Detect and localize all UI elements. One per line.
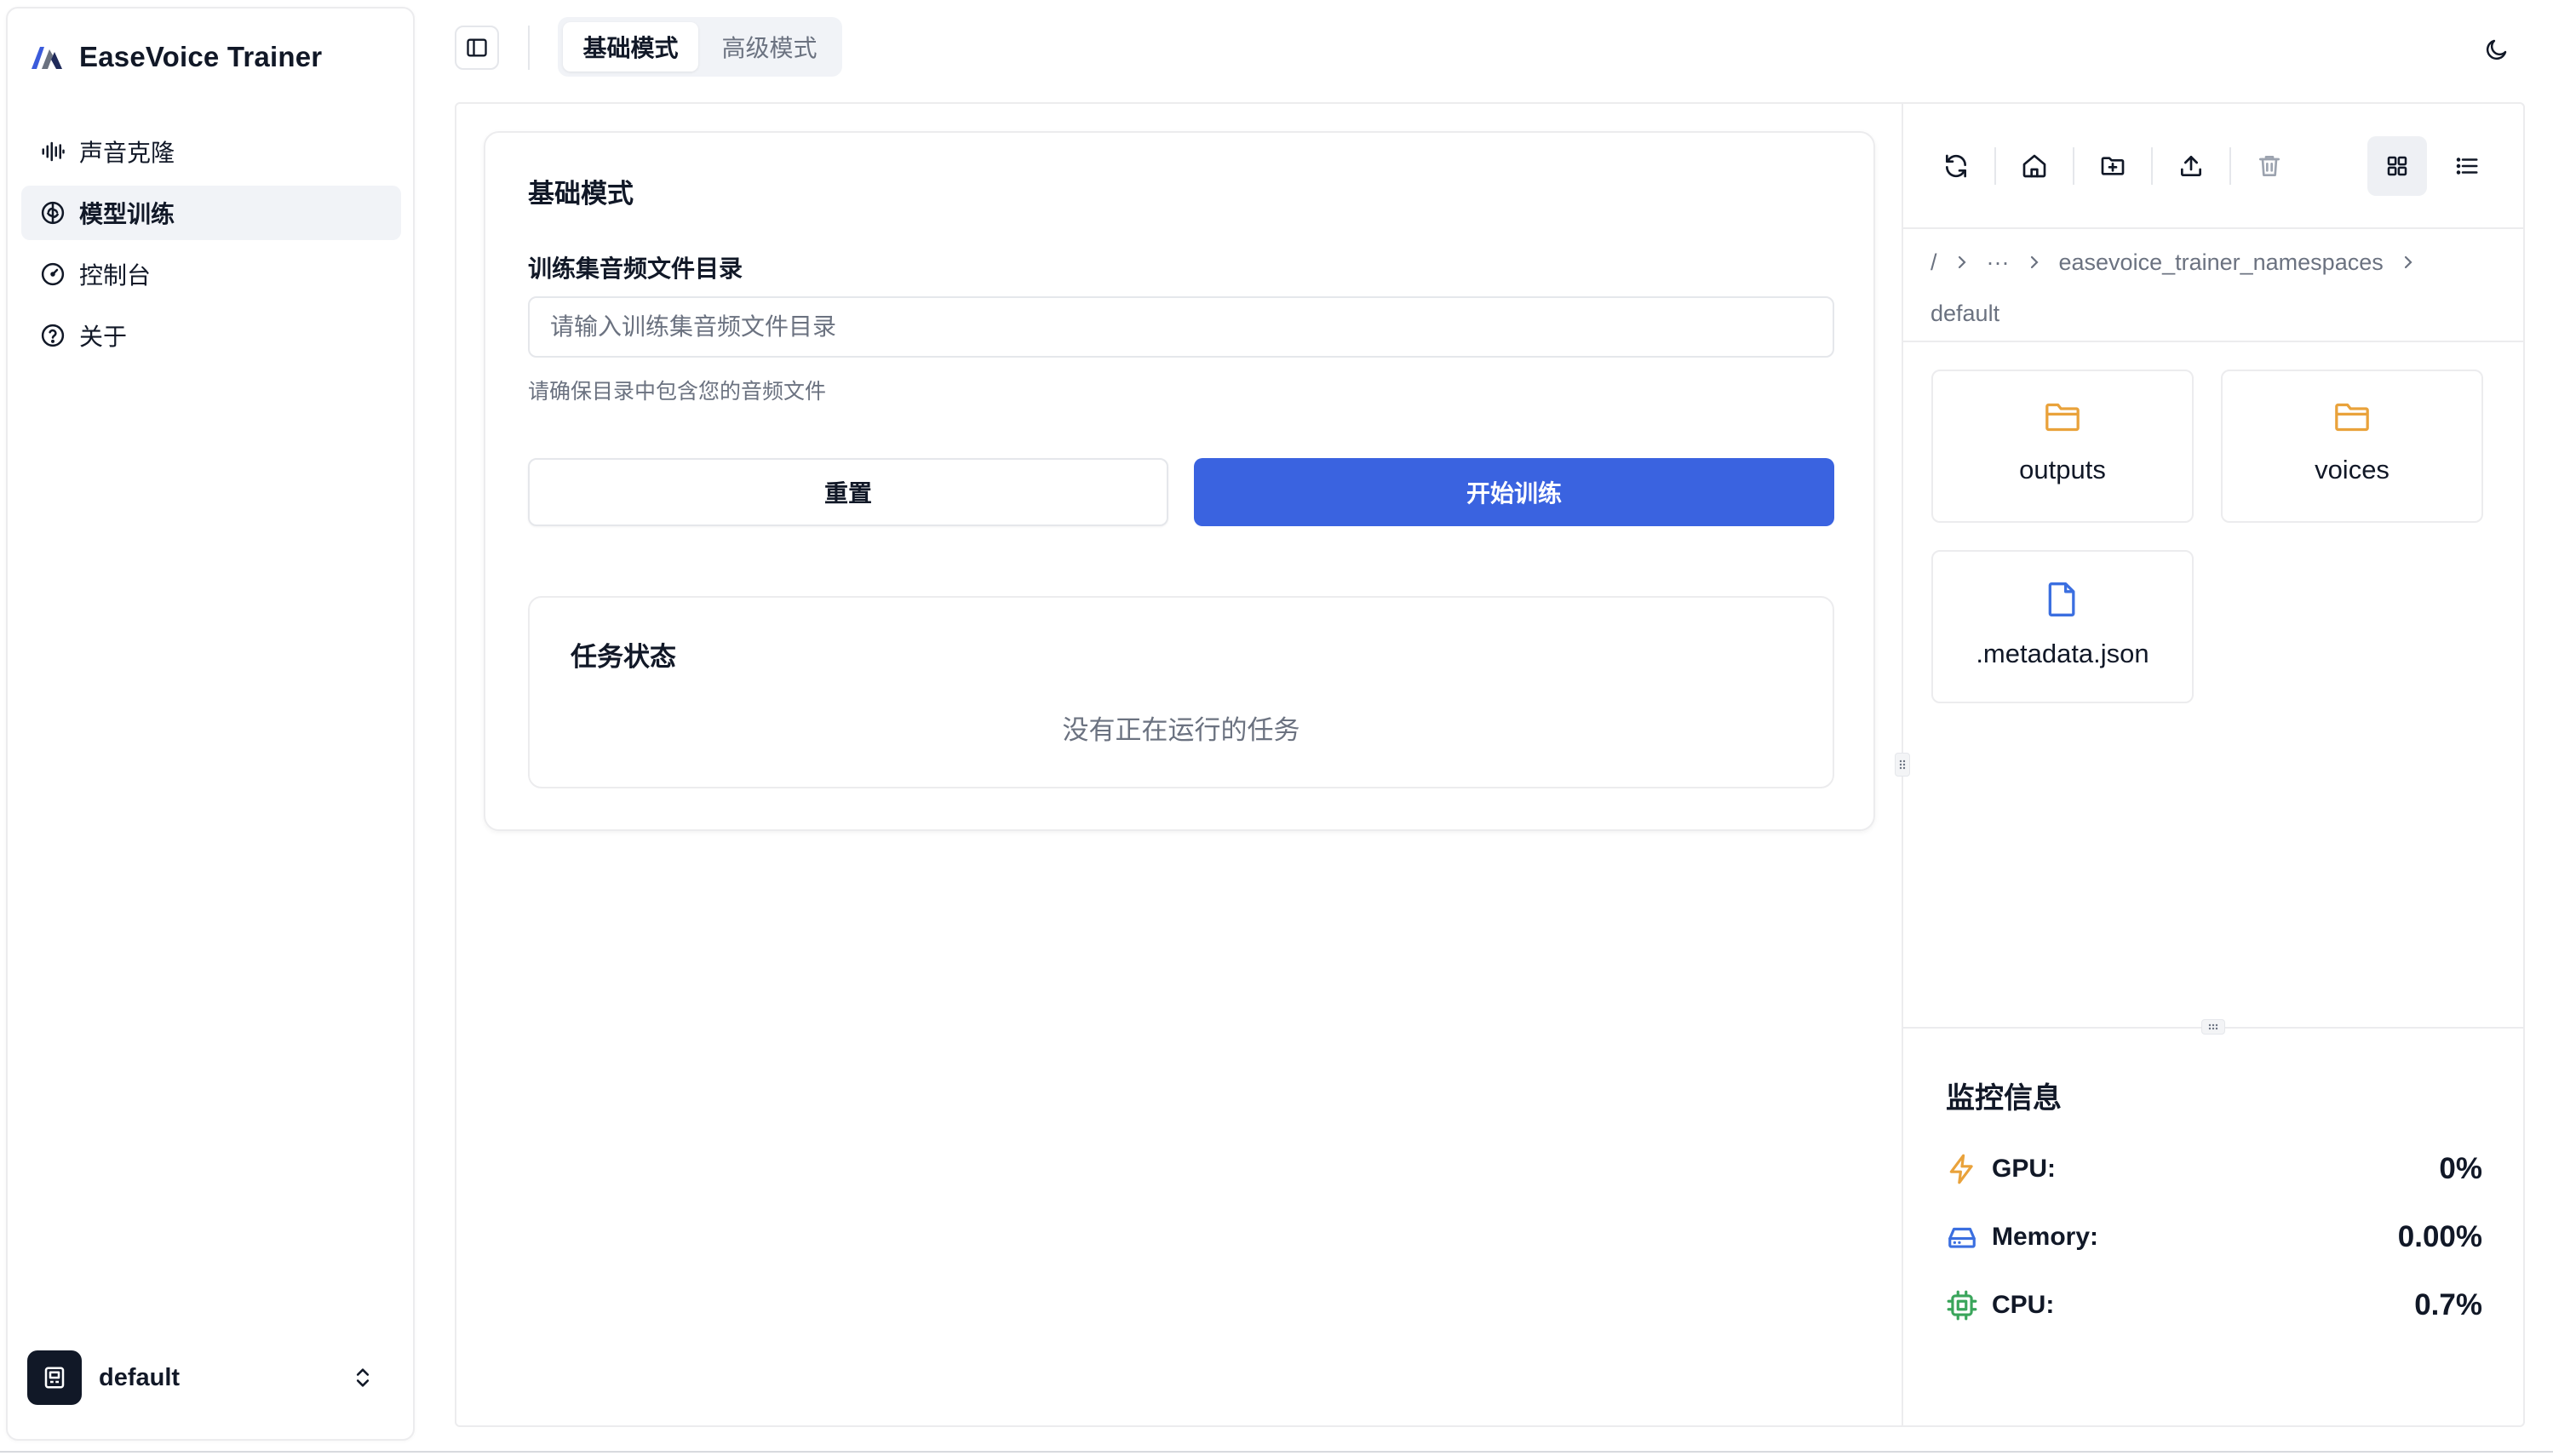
breadcrumb: / ··· easevoice_trainer_namespaces defau… bbox=[1931, 244, 2493, 332]
dir-help-text: 请确保目录中包含您的音频文件 bbox=[528, 380, 827, 404]
breadcrumb-divider bbox=[1903, 341, 2523, 342]
sidebar-item-label: 关于 bbox=[79, 324, 128, 350]
window-bottom-edge bbox=[0, 1451, 2553, 1453]
sidebar-nav: 声音克隆 模型训练 控制台 关于 bbox=[21, 124, 401, 370]
breadcrumb-ellipsis[interactable]: ··· bbox=[1987, 244, 2010, 281]
file-item[interactable]: .metadata.json bbox=[1931, 550, 2194, 703]
sidebar: EaseVoice Trainer 声音克隆 模型训练 控制台 关于 bbox=[6, 7, 415, 1441]
folder-icon bbox=[2335, 403, 2369, 432]
task-status-empty: 没有正在运行的任务 bbox=[1062, 715, 1300, 745]
upload-button[interactable] bbox=[2161, 136, 2221, 196]
metric-value: 0.00% bbox=[2397, 1220, 2482, 1253]
grid-icon bbox=[2387, 156, 2407, 176]
sidebar-item-about[interactable]: 关于 bbox=[21, 308, 401, 363]
metric-label: GPU: bbox=[1992, 1155, 2056, 1183]
chevron-right-icon bbox=[2402, 255, 2414, 270]
file-name: voices bbox=[2315, 455, 2389, 484]
task-status-title: 任务状态 bbox=[571, 642, 676, 672]
reset-button[interactable]: 重置 bbox=[528, 458, 1168, 526]
refresh-button[interactable] bbox=[1926, 136, 1986, 196]
chevron-right-icon bbox=[1956, 255, 1968, 270]
dir-field-label: 训练集音频文件目录 bbox=[528, 255, 743, 282]
upload-icon bbox=[2181, 156, 2201, 176]
home-button[interactable] bbox=[2005, 136, 2064, 196]
audio-waveform-icon bbox=[42, 141, 65, 162]
app-logo-icon bbox=[32, 47, 62, 69]
sidebar-item-voice-clone[interactable]: 声音克隆 bbox=[21, 124, 401, 179]
breadcrumb-row: / ··· easevoice_trainer_namespaces bbox=[1931, 244, 2493, 281]
chevron-right-icon bbox=[2028, 255, 2040, 270]
breadcrumb-current[interactable]: default bbox=[1931, 295, 1999, 332]
zap-icon bbox=[1949, 1154, 1973, 1184]
task-status-card: 任务状态 没有正在运行的任务 bbox=[528, 596, 1834, 788]
breadcrumb-row: default bbox=[1931, 295, 2493, 332]
app-title: EaseVoice Trainer bbox=[79, 41, 323, 72]
delete-button[interactable] bbox=[2240, 136, 2299, 196]
brain-icon bbox=[41, 201, 65, 225]
metric-value: 0.7% bbox=[2414, 1288, 2482, 1321]
file-item[interactable]: outputs bbox=[1931, 370, 2194, 523]
moon-icon bbox=[2486, 39, 2507, 60]
folder-icon bbox=[2045, 403, 2080, 432]
dir-input[interactable] bbox=[528, 296, 1834, 358]
tab-advanced-mode[interactable]: 高级模式 bbox=[702, 22, 837, 72]
breadcrumb-root[interactable]: / bbox=[1931, 244, 1937, 281]
new-folder-button[interactable] bbox=[2083, 136, 2143, 196]
sidebar-item-label: 声音克隆 bbox=[79, 140, 175, 166]
toolbar-separator bbox=[2229, 147, 2231, 185]
start-training-button[interactable]: 开始训练 bbox=[1194, 458, 1834, 526]
metric-cpu: CPU: 0.7% bbox=[1946, 1284, 2482, 1327]
toolbar-separator bbox=[2151, 147, 2153, 185]
file-name: .metadata.json bbox=[1976, 639, 2149, 668]
metric-gpu: GPU: 0% bbox=[1946, 1148, 2482, 1190]
grip-vertical-icon bbox=[1899, 760, 1906, 770]
file-toolbar bbox=[1926, 136, 2299, 196]
topbar-divider bbox=[528, 26, 530, 70]
toolbar-separator bbox=[1994, 147, 1996, 185]
hard-drive-icon bbox=[1948, 1227, 1976, 1248]
grip-horizontal-icon bbox=[2208, 1023, 2218, 1030]
panel-left-icon bbox=[467, 38, 487, 57]
breadcrumb-segment[interactable]: easevoice_trainer_namespaces bbox=[2059, 244, 2384, 281]
toolbar-divider bbox=[1903, 227, 2523, 229]
sidebar-item-console[interactable]: 控制台 bbox=[21, 247, 401, 301]
file-icon bbox=[2048, 582, 2075, 616]
monitor-resize-handle[interactable] bbox=[2201, 1019, 2225, 1035]
toolbar-separator bbox=[2073, 147, 2074, 185]
namespace-name: default bbox=[99, 1363, 181, 1391]
list-icon bbox=[2456, 158, 2478, 175]
refresh-icon bbox=[1946, 154, 1966, 178]
training-form-card: 基础模式 训练集音频文件目录 请确保目录中包含您的音频文件 重置 开始训练 任务… bbox=[484, 131, 1875, 831]
home-icon bbox=[2022, 154, 2046, 178]
chevrons-up-down-icon bbox=[356, 1368, 370, 1387]
brand[interactable]: EaseVoice Trainer bbox=[30, 41, 322, 73]
trash-icon bbox=[2259, 156, 2280, 176]
folder-plus-icon bbox=[2101, 157, 2125, 175]
file-name: outputs bbox=[2019, 455, 2106, 484]
metric-memory: Memory: 0.00% bbox=[1946, 1216, 2482, 1258]
namespace-avatar bbox=[27, 1350, 82, 1405]
metric-label: Memory: bbox=[1992, 1223, 2099, 1251]
form-title: 基础模式 bbox=[528, 179, 634, 209]
tab-basic-mode[interactable]: 基础模式 bbox=[563, 22, 698, 72]
sidebar-item-label: 模型训练 bbox=[79, 201, 175, 227]
metric-label: CPU: bbox=[1992, 1291, 2055, 1319]
list-view-button[interactable] bbox=[2437, 136, 2497, 196]
theme-toggle-button[interactable] bbox=[2476, 29, 2517, 70]
gauge-icon bbox=[41, 262, 65, 286]
namespace-icon bbox=[44, 1367, 65, 1389]
metric-value: 0% bbox=[2439, 1152, 2482, 1185]
grid-view-button[interactable] bbox=[2367, 136, 2427, 196]
panel-resize-handle[interactable] bbox=[1895, 753, 1910, 777]
help-circle-icon bbox=[41, 324, 65, 347]
cpu-icon bbox=[1947, 1290, 1977, 1321]
sidebar-item-label: 控制台 bbox=[79, 262, 152, 289]
namespace-switcher[interactable]: default bbox=[27, 1350, 393, 1406]
file-item[interactable]: voices bbox=[2221, 370, 2483, 523]
sidebar-item-model-training[interactable]: 模型训练 bbox=[21, 186, 401, 240]
monitor-title: 监控信息 bbox=[1946, 1082, 2062, 1115]
mode-tabs: 基础模式 高级模式 bbox=[558, 17, 842, 77]
sidebar-toggle-button[interactable] bbox=[455, 26, 499, 70]
